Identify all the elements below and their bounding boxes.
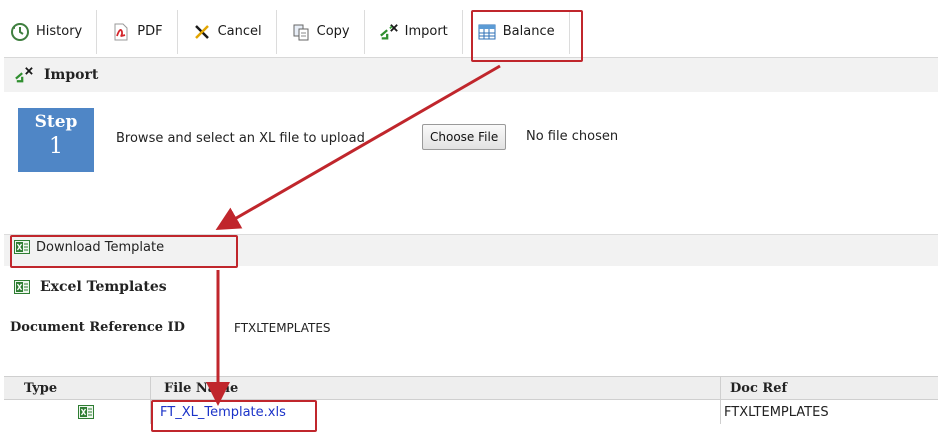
annotation-arrows [206,64,501,406]
import-page: History PDF Cancel Copy Import Balance I… [0,0,938,448]
arrow-import-to-download [215,64,501,230]
